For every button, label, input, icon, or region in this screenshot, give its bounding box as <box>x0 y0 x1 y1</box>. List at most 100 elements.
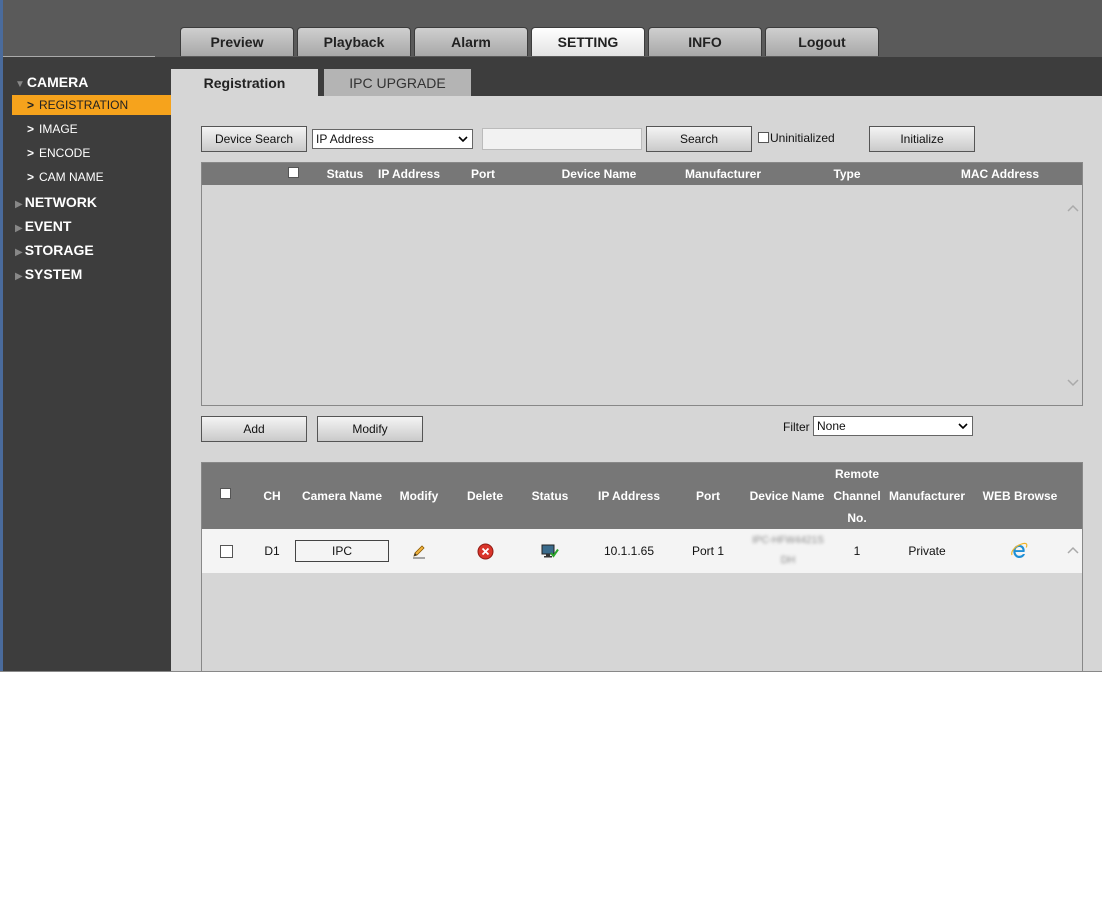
device-search-button[interactable]: Device Search <box>201 126 307 152</box>
header-modify: Modify <box>399 489 439 503</box>
content-area: Registration IPC UPGRADE Device Search I… <box>171 57 1102 672</box>
sidebar-group-storage[interactable]: ▶ STORAGE <box>15 240 94 260</box>
filter-value: None <box>817 419 846 433</box>
tab-registration[interactable]: Registration <box>171 69 318 96</box>
device-table-header: CH Camera Name Modify Delete Status IP A… <box>202 463 1082 529</box>
header-port: Port <box>696 489 720 503</box>
row-web-browse-cell <box>1008 529 1030 573</box>
sidebar-group-network[interactable]: ▶ NETWORK <box>15 192 97 212</box>
add-button[interactable]: Add <box>201 416 307 442</box>
chevron-down-icon <box>958 423 968 430</box>
tab-info[interactable]: INFO <box>648 27 762 56</box>
tab-alarm[interactable]: Alarm <box>414 27 528 56</box>
sidebar-group-event[interactable]: ▶ EVENT <box>15 216 71 236</box>
header-manufacturer: Manufacturer <box>888 489 965 503</box>
header-device-name: Device Name <box>561 167 637 181</box>
search-input[interactable] <box>482 128 642 150</box>
select-all-devices-checkbox[interactable] <box>220 488 231 499</box>
header-mac-address: MAC Address <box>960 167 1040 181</box>
triangle-down-icon: ▼ <box>15 79 25 90</box>
uninitialized-checkbox[interactable] <box>758 132 769 143</box>
sidebar-group-label: STORAGE <box>24 242 94 258</box>
sidebar-item-registration[interactable]: > REGISTRATION <box>12 95 171 115</box>
select-all-search-checkbox[interactable] <box>288 167 299 178</box>
row-status-cell <box>537 529 563 573</box>
sidebar-group-label: SYSTEM <box>24 266 83 282</box>
sidebar-item-label: ENCODE <box>39 146 91 160</box>
chevron-down-icon <box>458 136 468 143</box>
modify-button[interactable]: Modify <box>317 416 423 442</box>
row-ch: D1 <box>264 544 280 558</box>
filter-label: Filter <box>783 420 810 434</box>
header-device-name: Device Name <box>749 489 825 503</box>
pencil-icon[interactable] <box>411 543 427 559</box>
camera-name-input[interactable]: IPC <box>295 540 389 562</box>
row-checkbox[interactable] <box>219 544 233 558</box>
header-camera-name: Camera Name <box>301 489 383 503</box>
search-type-value: IP Address <box>316 132 374 146</box>
search-button[interactable]: Search <box>646 126 752 152</box>
monitor-online-icon <box>541 544 559 558</box>
triangle-right-icon: ▶ <box>15 223 23 234</box>
sidebar: ▼ CAMERA > REGISTRATION > IMAGE > ENCODE > CA… <box>3 57 171 672</box>
tab-preview[interactable]: Preview <box>180 27 294 56</box>
dvr-web-app: Preview Playback Alarm SETTING INFO Logo… <box>0 0 1102 672</box>
chevron-right-icon: > <box>27 122 35 136</box>
header-remote-line1: Remote <box>834 467 879 481</box>
header-delete: Delete <box>466 489 504 503</box>
chevron-right-icon: > <box>27 170 35 184</box>
header-ch: CH <box>263 489 281 503</box>
filter-select[interactable]: None <box>813 416 973 436</box>
delete-icon[interactable] <box>477 543 494 560</box>
sidebar-item-encode[interactable]: > ENCODE <box>27 143 90 163</box>
table-row[interactable]: D1 IPC 10.1.1.65 Port 1 IPC-HFW4421S DH … <box>202 529 1082 573</box>
header-status: Status <box>326 167 364 181</box>
sidebar-item-label: IMAGE <box>39 122 78 136</box>
search-results-table: Status IP Address Port Device Name Manuf… <box>201 162 1083 406</box>
row-checkbox-cell <box>212 529 240 573</box>
tab-setting[interactable]: SETTING <box>531 27 645 56</box>
window-bottom-edge <box>0 671 1102 672</box>
sidebar-group-camera[interactable]: ▼ CAMERA <box>15 72 88 92</box>
sidebar-item-image[interactable]: > IMAGE <box>27 119 78 139</box>
row-delete-cell <box>472 529 498 573</box>
chevron-right-icon: > <box>27 98 35 112</box>
sub-tab-bar: Registration IPC UPGRADE <box>171 57 1102 96</box>
header-web-browse: WEB Browse <box>982 489 1058 503</box>
header-remote-line2: Channel <box>833 489 881 503</box>
sidebar-group-label: NETWORK <box>24 194 98 210</box>
row-modify-cell <box>406 529 432 573</box>
header-ip-address: IP Address <box>597 489 661 503</box>
header-type: Type <box>833 167 861 181</box>
initialize-button[interactable]: Initialize <box>869 126 975 152</box>
header-status: Status <box>531 489 569 503</box>
sidebar-item-label: REGISTRATION <box>39 98 129 112</box>
header-remote-line3: No. <box>847 511 867 525</box>
sidebar-group-label: EVENT <box>24 218 72 234</box>
ie-browser-icon[interactable] <box>1010 542 1028 560</box>
scroll-up-arrow[interactable] <box>1066 203 1080 213</box>
tab-ipc-upgrade[interactable]: IPC UPGRADE <box>324 69 471 96</box>
tab-playback[interactable]: Playback <box>297 27 411 56</box>
sidebar-item-label: CAM NAME <box>39 170 104 184</box>
device-table: CH Camera Name Modify Delete Status IP A… <box>201 462 1083 672</box>
row-ip-address: 10.1.1.65 <box>603 544 655 558</box>
tab-logout[interactable]: Logout <box>765 27 879 56</box>
search-results-header: Status IP Address Port Device Name Manuf… <box>202 163 1082 185</box>
row-remote-channel: 1 <box>853 544 861 558</box>
search-type-select[interactable]: IP Address <box>312 129 473 149</box>
triangle-right-icon: ▶ <box>15 247 23 258</box>
sidebar-group-system[interactable]: ▶ SYSTEM <box>15 264 82 284</box>
triangle-right-icon: ▶ <box>15 199 23 210</box>
header-ip-address: IP Address <box>377 167 441 181</box>
header-manufacturer: Manufacturer <box>684 167 761 181</box>
sidebar-item-cam-name[interactable]: > CAM NAME <box>27 167 104 187</box>
device-table-scroll-up-arrow[interactable] <box>1066 545 1080 555</box>
scroll-down-arrow[interactable] <box>1066 378 1080 388</box>
row-port: Port 1 <box>691 544 724 558</box>
device-name-line1: IPC-HFW4421S <box>752 535 824 546</box>
device-name-line2: DH <box>780 555 796 566</box>
triangle-right-icon: ▶ <box>15 271 23 282</box>
row-device-name: IPC-HFW4421S DH <box>741 529 835 573</box>
sidebar-group-label: CAMERA <box>26 74 89 90</box>
